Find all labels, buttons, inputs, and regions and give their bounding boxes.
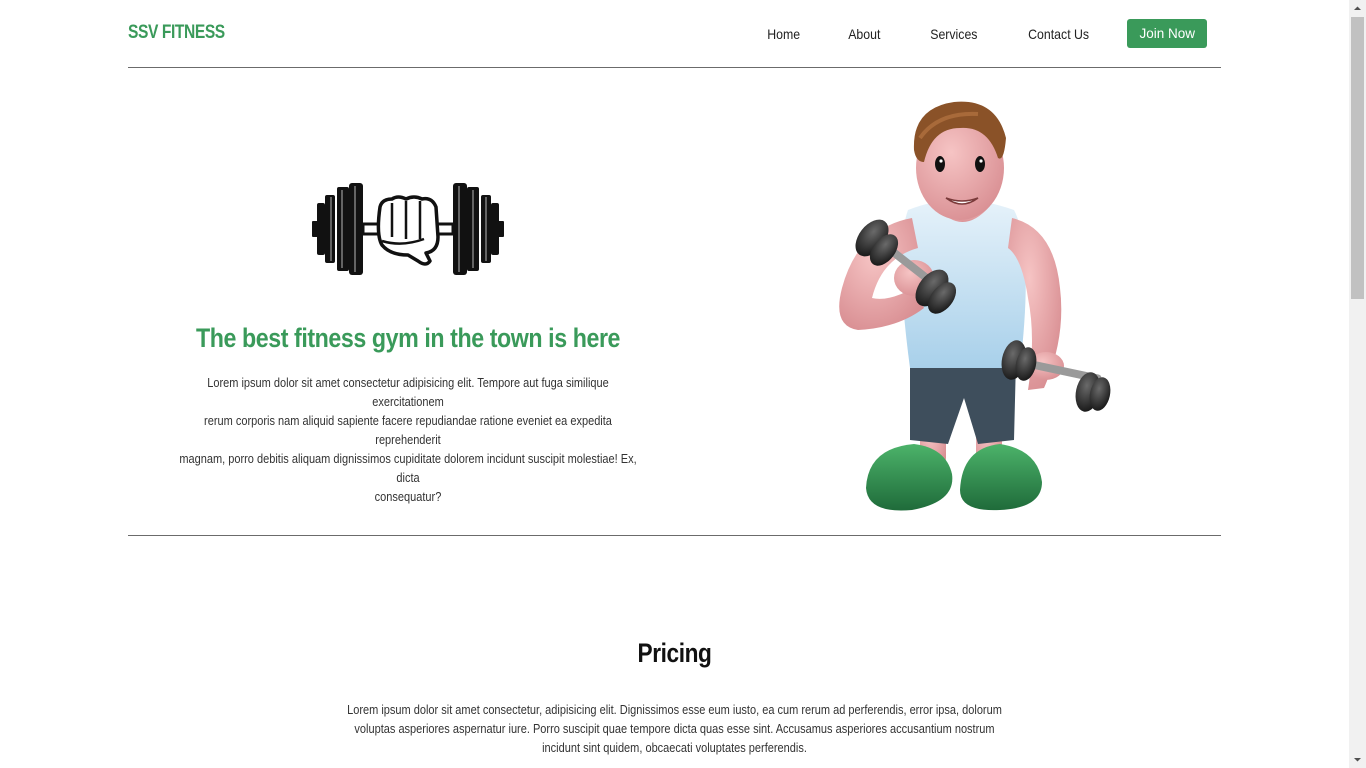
hero-description-line: Lorem ipsum dolor sit amet consectetur a… — [207, 376, 609, 409]
muscle-man-illustration — [839, 101, 1111, 511]
nav-links: Home About Services Contact Us Join Now — [765, 19, 1207, 48]
scroll-up-arrow-icon[interactable] — [1349, 0, 1366, 17]
hero-title: The best fitness gym in the town is here — [195, 323, 621, 353]
brand-logo-text[interactable]: SSV FITNESS — [128, 22, 225, 44]
nav-link-home[interactable]: Home — [767, 26, 800, 42]
hero-description-line: consequatur? — [374, 490, 442, 504]
hero-description-line: magnam, porro debitis aliquam dignissimo… — [179, 452, 637, 485]
nav-link-contact-us[interactable]: Contact Us — [1028, 26, 1089, 42]
nav-link-about[interactable]: About — [848, 26, 880, 42]
scrollbar-thumb[interactable] — [1351, 17, 1364, 299]
nav-link-services[interactable]: Services — [930, 26, 977, 42]
scroll-down-arrow-icon[interactable] — [1349, 751, 1366, 768]
page: SSV FITNESS Home About Services Contact … — [0, 0, 1349, 768]
pricing-description: Lorem ipsum dolor sit amet consectetur, … — [347, 703, 1002, 755]
join-now-button[interactable]: Join Now — [1127, 19, 1207, 48]
dumbbell-fist-icon — [312, 183, 504, 275]
hero-description-line: rerum corporis nam aliquid sapiente face… — [204, 414, 612, 447]
navbar: SSV FITNESS Home About Services Contact … — [128, 0, 1221, 68]
vertical-scrollbar[interactable] — [1349, 0, 1366, 768]
hero-section: The best fitness gym in the town is here… — [128, 68, 1221, 536]
pricing-title: Pricing — [637, 638, 712, 668]
hero-description: Lorem ipsum dolor sit amet consectetur a… — [177, 374, 638, 507]
